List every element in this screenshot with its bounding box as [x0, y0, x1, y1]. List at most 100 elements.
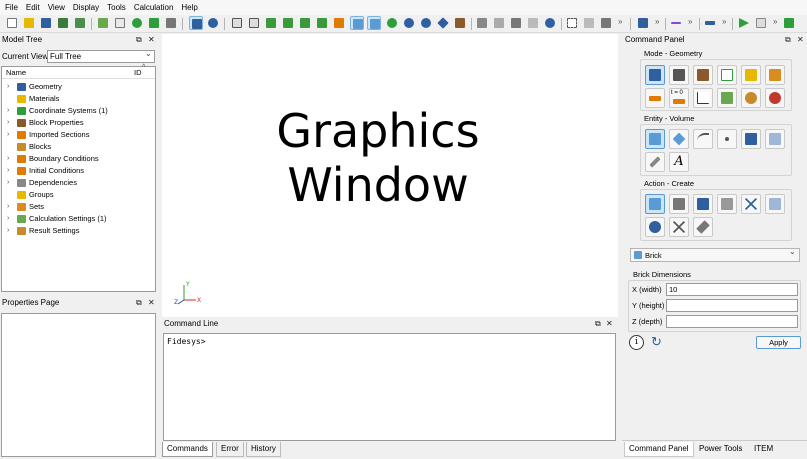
export-icon[interactable]: [73, 16, 87, 30]
zoom-in-icon[interactable]: [402, 16, 416, 30]
select-icon[interactable]: [189, 16, 203, 30]
action-boolean-button[interactable]: [645, 217, 665, 237]
tree-item[interactable]: › Coordinate Systems (1): [2, 105, 152, 117]
menu-calculation[interactable]: Calculation: [131, 0, 179, 15]
ruler-icon[interactable]: [703, 16, 717, 30]
menu-display[interactable]: Display: [70, 0, 104, 15]
entity-vertex-button[interactable]: [717, 129, 737, 149]
expand-arrow-icon[interactable]: ›: [7, 81, 9, 93]
action-transform-button[interactable]: [693, 194, 713, 214]
toolbar-more-icon-4[interactable]: »: [722, 17, 726, 26]
tree-item[interactable]: › Result Settings: [2, 225, 152, 237]
command-line-console[interactable]: Fidesys>: [163, 333, 616, 441]
float-icon[interactable]: ⧉: [136, 34, 142, 46]
mode-coordinate-button[interactable]: [717, 65, 737, 85]
action-info-button[interactable]: [765, 194, 785, 214]
current-view-select[interactable]: Full Tree ⌄: [47, 49, 155, 63]
toolbar-more-icon-2[interactable]: »: [655, 17, 659, 26]
measure-icon[interactable]: [599, 16, 613, 30]
close-icon[interactable]: ✕: [148, 34, 155, 46]
entity-text-button[interactable]: A: [669, 152, 689, 172]
expand-arrow-icon[interactable]: ›: [7, 105, 9, 117]
toolbar-more-icon[interactable]: »: [618, 17, 622, 26]
tree-item[interactable]: › Imported Sections: [2, 129, 152, 141]
tree-item[interactable]: Blocks: [2, 141, 152, 153]
tab-history[interactable]: History: [246, 442, 281, 457]
action-copy-button[interactable]: [717, 194, 737, 214]
undo-icon[interactable]: [206, 16, 220, 30]
apply-button[interactable]: Apply: [756, 336, 801, 349]
mode-materials-button[interactable]: [693, 65, 713, 85]
entity-group-button[interactable]: [765, 129, 785, 149]
menu-tools[interactable]: Tools: [104, 0, 131, 15]
entity-surface-button[interactable]: [669, 129, 689, 149]
view-top-icon[interactable]: [264, 16, 278, 30]
expand-arrow-icon[interactable]: ›: [7, 225, 9, 237]
expand-arrow-icon[interactable]: ›: [7, 165, 9, 177]
expand-arrow-icon[interactable]: ›: [7, 201, 9, 213]
mode-dependencies-button[interactable]: [693, 88, 713, 108]
mode-bc-button[interactable]: [645, 88, 665, 108]
menu-edit[interactable]: Edit: [23, 0, 45, 15]
import-icon[interactable]: [96, 16, 110, 30]
mode-mesh-button[interactable]: [669, 65, 689, 85]
expand-arrow-icon[interactable]: ›: [7, 129, 9, 141]
stop-script-icon[interactable]: [147, 16, 161, 30]
expand-arrow-icon[interactable]: ›: [7, 153, 9, 165]
view-right-icon[interactable]: [281, 16, 295, 30]
mode-blocks-button[interactable]: [741, 65, 761, 85]
view-iso-icon[interactable]: [230, 16, 244, 30]
x-width-input[interactable]: 10: [666, 283, 798, 296]
view-left-icon[interactable]: [298, 16, 312, 30]
tree-item[interactable]: Materials: [2, 93, 152, 105]
clip-icon[interactable]: [582, 16, 596, 30]
close-icon[interactable]: ✕: [606, 318, 613, 330]
col-id[interactable]: ID: [134, 67, 142, 79]
wireframe-icon[interactable]: [475, 16, 489, 30]
menu-file[interactable]: File: [2, 0, 23, 15]
tree-item[interactable]: › Block Properties: [2, 117, 152, 129]
run-calculation-icon[interactable]: [737, 16, 751, 30]
save-icon[interactable]: [39, 16, 53, 30]
z-depth-input[interactable]: [666, 315, 798, 328]
mode-geometry-button[interactable]: [645, 65, 665, 85]
rotate-icon[interactable]: [385, 16, 399, 30]
mode-initial-button[interactable]: t = 0: [669, 88, 689, 108]
mesh-icon[interactable]: [636, 16, 650, 30]
action-create-button[interactable]: [645, 194, 665, 214]
float-icon[interactable]: ⧉: [136, 297, 142, 309]
menu-view[interactable]: View: [45, 0, 70, 15]
tools-icon[interactable]: [164, 16, 178, 30]
tab-commands[interactable]: Commands: [162, 442, 213, 457]
menu-help[interactable]: Help: [178, 0, 202, 15]
expand-arrow-icon[interactable]: ›: [7, 177, 9, 189]
float-icon[interactable]: ⧉: [595, 318, 601, 330]
tab-command-panel[interactable]: Command Panel: [624, 442, 694, 457]
expand-arrow-icon[interactable]: ›: [7, 213, 9, 225]
tree-item[interactable]: › Sets: [2, 201, 152, 213]
entity-body-button[interactable]: [741, 129, 761, 149]
toolbar-more-icon-3[interactable]: »: [688, 17, 692, 26]
tab-power-tools[interactable]: Power Tools: [695, 442, 746, 456]
action-heal-button[interactable]: [693, 217, 713, 237]
grid-view-icon[interactable]: [350, 16, 364, 30]
tree-item[interactable]: › Dependencies: [2, 177, 152, 189]
new-file-icon[interactable]: [5, 16, 19, 30]
tree-item[interactable]: Groups: [2, 189, 152, 201]
close-icon[interactable]: ✕: [797, 34, 804, 46]
entity-volume-button[interactable]: [645, 129, 665, 149]
tree-item[interactable]: › Boundary Conditions: [2, 153, 152, 165]
col-name[interactable]: Name: [6, 67, 26, 79]
shape-select[interactable]: Brick ⌄: [630, 247, 800, 262]
tree-item[interactable]: › Initial Conditions: [2, 165, 152, 177]
tab-error[interactable]: Error: [216, 442, 244, 457]
perspective-icon[interactable]: [543, 16, 557, 30]
view-back-icon[interactable]: [332, 16, 346, 30]
action-cut-button[interactable]: [669, 217, 689, 237]
box-select-icon[interactable]: [565, 16, 579, 30]
shaded-icon[interactable]: [509, 16, 523, 30]
fit-view-icon[interactable]: [436, 16, 450, 30]
tab-item[interactable]: ITEM: [750, 442, 777, 456]
save-as-icon[interactable]: [56, 16, 70, 30]
entity-curve-button[interactable]: [693, 129, 713, 149]
